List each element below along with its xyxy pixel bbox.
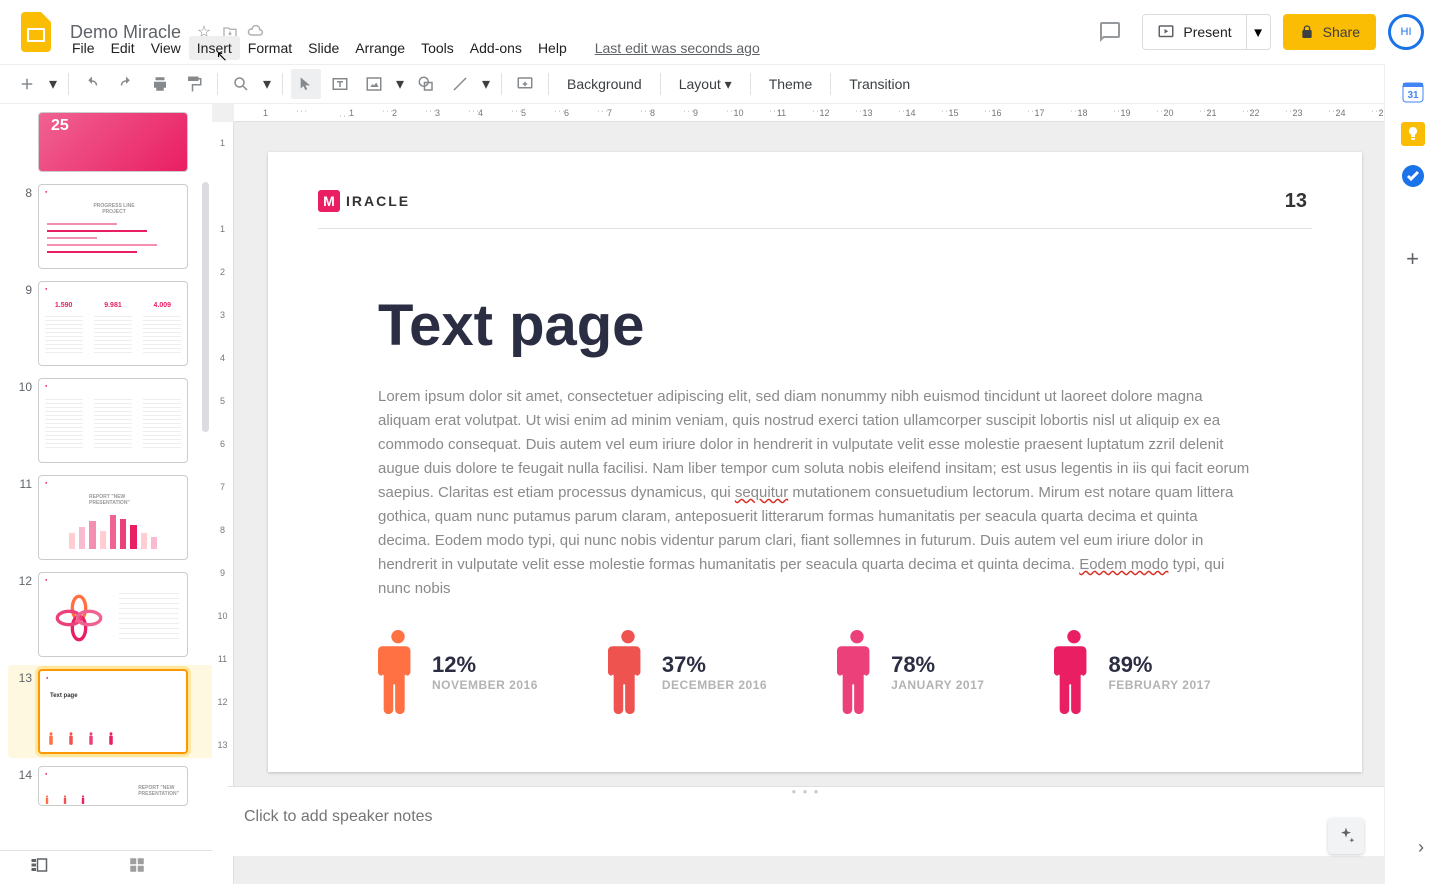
side-panel: 31 + bbox=[1384, 64, 1440, 884]
ruler-horizontal: 1123456789101112131415161718192021222324… bbox=[234, 104, 1440, 122]
slide-body-text[interactable]: Lorem ipsum dolor sit amet, consectetuer… bbox=[378, 385, 1252, 601]
slide-title[interactable]: Text page bbox=[378, 292, 1302, 359]
textbox-tool[interactable] bbox=[325, 69, 355, 99]
new-slide-button[interactable] bbox=[12, 69, 42, 99]
explore-button[interactable] bbox=[1328, 818, 1364, 854]
line-dropdown[interactable]: ▾ bbox=[479, 69, 493, 99]
line-tool[interactable] bbox=[445, 69, 475, 99]
slide-thumbnail[interactable]: 14 REPORT "NEWPRESENTATION" bbox=[12, 766, 212, 806]
filmstrip[interactable]: 25 8 PROGRESS LINEPROJECT 9 1.590 9.981 … bbox=[0, 104, 212, 884]
stat-value: 89% bbox=[1108, 652, 1211, 678]
redo-button[interactable] bbox=[111, 69, 141, 99]
stat-item: 89%FEBRUARY 2017 bbox=[1054, 629, 1211, 715]
stat-label: JANUARY 2017 bbox=[891, 678, 984, 692]
canvas-area[interactable]: 1123456789101112131415161718192021222324… bbox=[212, 104, 1440, 884]
image-tool[interactable] bbox=[359, 69, 389, 99]
menu-format[interactable]: Format bbox=[240, 36, 300, 60]
menu-arrange[interactable]: Arrange bbox=[347, 36, 413, 60]
calendar-icon[interactable]: 31 bbox=[1401, 80, 1425, 104]
comment-tool[interactable] bbox=[510, 69, 540, 99]
person-icon bbox=[378, 629, 418, 715]
menubar: File Edit View Insert Format Slide Arran… bbox=[64, 36, 760, 60]
filmstrip-scrollbar[interactable] bbox=[202, 182, 209, 432]
menu-insert[interactable]: Insert bbox=[189, 36, 240, 60]
transition-button[interactable]: Transition bbox=[839, 76, 920, 92]
slide-page-number: 13 bbox=[1285, 190, 1307, 213]
filmstrip-footer bbox=[0, 850, 212, 884]
present-button[interactable]: Present bbox=[1142, 14, 1246, 50]
person-icon bbox=[837, 629, 877, 715]
flower-diagram-icon bbox=[54, 593, 104, 643]
filmstrip-view-icon[interactable] bbox=[30, 856, 48, 879]
zoom-dropdown[interactable]: ▾ bbox=[260, 69, 274, 99]
person-icon bbox=[608, 629, 648, 715]
paint-format-button[interactable] bbox=[179, 69, 209, 99]
present-label: Present bbox=[1183, 24, 1231, 40]
share-button[interactable]: Share bbox=[1283, 14, 1376, 50]
person-icon bbox=[1054, 629, 1094, 715]
print-button[interactable] bbox=[145, 69, 175, 99]
menu-edit[interactable]: Edit bbox=[103, 36, 143, 60]
speaker-notes[interactable]: Click to add speaker notes bbox=[228, 796, 1384, 856]
stat-item: 12%NOVEMBER 2016 bbox=[378, 629, 538, 715]
select-tool[interactable] bbox=[291, 69, 321, 99]
collapse-sidepanel-icon[interactable]: › bbox=[1418, 837, 1424, 858]
new-slide-dropdown[interactable]: ▾ bbox=[46, 69, 60, 99]
present-dropdown[interactable]: ▼ bbox=[1247, 14, 1271, 50]
grid-view-icon[interactable] bbox=[128, 856, 146, 879]
menu-help[interactable]: Help bbox=[530, 36, 575, 60]
menu-addons[interactable]: Add-ons bbox=[462, 36, 530, 60]
lock-icon bbox=[1299, 24, 1315, 40]
slide-thumbnail[interactable]: 11 REPORT "NEWPRESENTATION" bbox=[12, 475, 212, 560]
menu-view[interactable]: View bbox=[143, 36, 189, 60]
stat-item: 78%JANUARY 2017 bbox=[837, 629, 984, 715]
tasks-icon[interactable] bbox=[1401, 164, 1425, 188]
stat-label: NOVEMBER 2016 bbox=[432, 678, 538, 692]
slide-divider bbox=[318, 228, 1312, 229]
undo-button[interactable] bbox=[77, 69, 107, 99]
brand-logo-icon: M bbox=[318, 190, 340, 212]
stat-value: 12% bbox=[432, 652, 538, 678]
add-sidebar-button[interactable]: + bbox=[1406, 246, 1419, 272]
toolbar: ▾ ▾ ▾ ▾ Background Layout ▾ Theme Transi… bbox=[0, 64, 1440, 104]
theme-button[interactable]: Theme bbox=[759, 76, 823, 92]
brand-name: IRACLE bbox=[346, 193, 410, 209]
account-avatar[interactable]: HI bbox=[1388, 14, 1424, 50]
menu-file[interactable]: File bbox=[64, 36, 103, 60]
ruler-vertical: 112345678910111213 bbox=[212, 122, 234, 884]
slide-thumbnail[interactable]: 8 PROGRESS LINEPROJECT bbox=[12, 184, 212, 269]
stat-item: 37%DECEMBER 2016 bbox=[608, 629, 767, 715]
image-dropdown[interactable]: ▾ bbox=[393, 69, 407, 99]
background-button[interactable]: Background bbox=[557, 76, 652, 92]
shape-tool[interactable] bbox=[411, 69, 441, 99]
menu-tools[interactable]: Tools bbox=[413, 36, 462, 60]
slide-thumbnail[interactable]: 9 1.590 9.981 4.009 bbox=[12, 281, 212, 366]
keep-icon[interactable] bbox=[1401, 122, 1425, 146]
share-label: Share bbox=[1323, 24, 1360, 40]
last-edit-link[interactable]: Last edit was seconds ago bbox=[595, 40, 760, 56]
stat-value: 37% bbox=[662, 652, 767, 678]
notes-resize-handle[interactable]: ● ● ● bbox=[228, 786, 1384, 796]
menu-slide[interactable]: Slide bbox=[300, 36, 347, 60]
svg-text:31: 31 bbox=[1407, 90, 1419, 101]
comments-icon[interactable] bbox=[1090, 12, 1130, 52]
stat-label: FEBRUARY 2017 bbox=[1108, 678, 1211, 692]
stat-value: 78% bbox=[891, 652, 984, 678]
slide-canvas[interactable]: M IRACLE 13 Text page Lorem ipsum dolor … bbox=[268, 152, 1362, 772]
zoom-button[interactable] bbox=[226, 69, 256, 99]
slide-thumbnail[interactable]: 25 bbox=[12, 112, 212, 172]
slide-thumbnail[interactable]: 10 bbox=[12, 378, 212, 463]
present-icon bbox=[1157, 23, 1175, 41]
stat-label: DECEMBER 2016 bbox=[662, 678, 767, 692]
slide-thumbnail[interactable]: 12 bbox=[12, 572, 212, 657]
stats-row: 12%NOVEMBER 2016 37%DECEMBER 2016 78%JANUA… bbox=[378, 629, 1262, 715]
slide-brand: M IRACLE bbox=[318, 190, 410, 212]
layout-button[interactable]: Layout ▾ bbox=[669, 76, 742, 93]
slides-logo-icon[interactable] bbox=[16, 12, 56, 52]
slide-thumbnail-selected[interactable]: 13 Text page bbox=[8, 665, 212, 758]
